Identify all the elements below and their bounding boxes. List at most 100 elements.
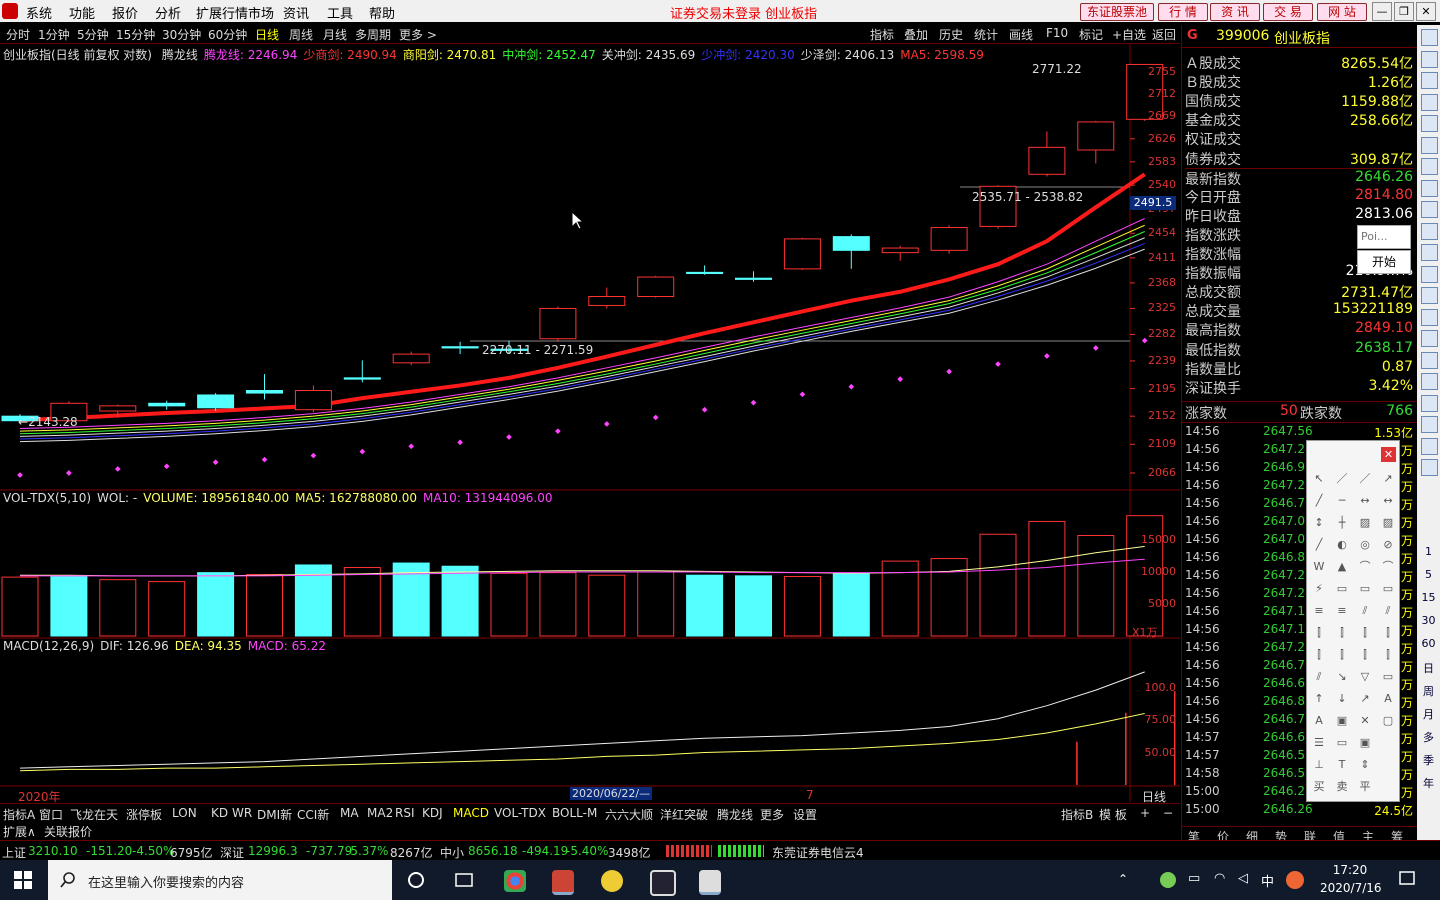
side-period-button[interactable]: 60 bbox=[1421, 637, 1436, 650]
start-button[interactable]: 开始 bbox=[1357, 250, 1411, 274]
menu-news[interactable]: 资讯 bbox=[283, 3, 309, 22]
palette-tool-icon[interactable]: 卖 bbox=[1335, 781, 1349, 793]
side-tool-icon[interactable] bbox=[1421, 158, 1438, 175]
side-tool-icon[interactable] bbox=[1421, 115, 1438, 132]
poi-input[interactable] bbox=[1359, 227, 1403, 245]
palette-tool-icon[interactable]: ─ bbox=[1335, 495, 1349, 507]
side-period-button[interactable]: 日 bbox=[1421, 660, 1436, 676]
palette-tool-icon[interactable]: ⫿ bbox=[1312, 649, 1326, 661]
palette-tool-icon[interactable]: ⫿ bbox=[1335, 649, 1349, 661]
palette-tool-icon[interactable]: ◎ bbox=[1358, 539, 1372, 551]
palette-tool-icon[interactable]: ↔ bbox=[1358, 495, 1372, 507]
menu-help[interactable]: 帮助 bbox=[369, 3, 395, 22]
palette-tool-icon[interactable]: ▭ bbox=[1335, 737, 1349, 749]
side-tool-icon[interactable] bbox=[1421, 459, 1438, 476]
trade-button[interactable]: 交 易 bbox=[1263, 3, 1313, 21]
tool-f10[interactable]: F10 bbox=[1046, 26, 1068, 40]
palette-tool-icon[interactable]: ⌒ bbox=[1358, 561, 1372, 573]
period-weekly[interactable]: 周线 bbox=[289, 26, 313, 43]
indicator-right-button[interactable]: + bbox=[1140, 806, 1150, 820]
menu-tools[interactable]: 工具 bbox=[327, 3, 353, 22]
tool-draw[interactable]: 画线 bbox=[1009, 26, 1033, 43]
palette-tool-icon[interactable]: ▨ bbox=[1358, 517, 1372, 529]
windows-start-icon[interactable] bbox=[14, 871, 32, 889]
palette-tool-icon[interactable]: ▭ bbox=[1358, 583, 1372, 595]
indicator-right-button[interactable]: − bbox=[1163, 806, 1173, 820]
palette-tool-icon[interactable]: ⫿ bbox=[1335, 627, 1349, 639]
side-period-button[interactable]: 年 bbox=[1421, 775, 1436, 791]
side-tool-icon[interactable] bbox=[1421, 29, 1438, 46]
palette-tool-icon[interactable]: ⊘ bbox=[1381, 539, 1395, 551]
palette-tool-icon[interactable]: ⫿ bbox=[1312, 627, 1326, 639]
palette-tool-icon[interactable]: ☰ bbox=[1312, 737, 1326, 749]
menu-extended-market[interactable]: 扩展行情市场 bbox=[196, 3, 274, 22]
extension-toggle[interactable]: 扩展∧ bbox=[3, 823, 36, 840]
palette-tool-icon[interactable]: ▣ bbox=[1358, 737, 1372, 749]
tool-history[interactable]: 历史 bbox=[939, 26, 963, 43]
side-tool-icon[interactable] bbox=[1421, 72, 1438, 89]
palette-tool-icon[interactable]: W bbox=[1312, 561, 1326, 573]
side-tool-icon[interactable] bbox=[1421, 394, 1438, 412]
side-tool-icon[interactable] bbox=[1421, 222, 1438, 240]
tray-app-icon[interactable] bbox=[1160, 872, 1176, 888]
palette-tool-icon[interactable]: ▣ bbox=[1335, 715, 1349, 727]
app-logo-icon[interactable] bbox=[2, 3, 18, 19]
tool-add-watchlist[interactable]: +自选 bbox=[1112, 26, 1146, 43]
side-tool-icon[interactable] bbox=[1421, 416, 1438, 433]
palette-tool-icon[interactable]: ▨ bbox=[1381, 517, 1395, 529]
tool-overlay[interactable]: 叠加 bbox=[904, 26, 928, 43]
palette-tool-icon[interactable]: ⫿ bbox=[1358, 627, 1372, 639]
palette-tool-icon[interactable]: ≡ bbox=[1312, 605, 1326, 617]
tool-statistics[interactable]: 统计 bbox=[974, 26, 998, 43]
period-60min[interactable]: 60分钟 bbox=[208, 26, 247, 43]
palette-tool-icon[interactable]: ▭ bbox=[1335, 583, 1349, 595]
side-tool-icon[interactable] bbox=[1421, 244, 1438, 261]
side-tool-icon[interactable] bbox=[1421, 93, 1438, 111]
restore-button[interactable]: ❐ bbox=[1394, 2, 1414, 21]
palette-tool-icon[interactable]: ⫿ bbox=[1358, 649, 1372, 661]
photo-app-icon[interactable] bbox=[699, 870, 721, 895]
palette-tool-icon[interactable]: ⫽ bbox=[1381, 605, 1395, 617]
palette-tool-icon[interactable]: ▲ bbox=[1335, 561, 1349, 573]
side-tool-icon[interactable] bbox=[1421, 201, 1438, 218]
palette-tool-icon[interactable]: 买 bbox=[1312, 781, 1326, 793]
palette-tool-icon[interactable]: 平 bbox=[1358, 781, 1372, 793]
palette-tool-icon[interactable]: ≡ bbox=[1335, 605, 1349, 617]
side-tool-icon[interactable] bbox=[1421, 136, 1438, 154]
indicator-tab[interactable]: KDJ bbox=[422, 806, 443, 820]
side-tool-icon[interactable] bbox=[1421, 179, 1438, 197]
news-button[interactable]: 资 讯 bbox=[1210, 3, 1260, 21]
trading-app-icon[interactable] bbox=[552, 870, 574, 895]
ime-indicator[interactable]: 中 bbox=[1261, 871, 1274, 890]
palette-tool-icon[interactable]: ↘ bbox=[1335, 671, 1349, 683]
menu-quote[interactable]: 报价 bbox=[112, 3, 138, 22]
side-period-button[interactable]: 30 bbox=[1421, 614, 1436, 627]
palette-tool-icon[interactable]: ⚡ bbox=[1312, 583, 1326, 595]
tool-mark[interactable]: 标记 bbox=[1079, 26, 1103, 43]
side-period-button[interactable]: 1 bbox=[1421, 545, 1436, 558]
stock-pool-button[interactable]: 东证股票池 bbox=[1080, 3, 1154, 21]
palette-tool-icon[interactable]: ╱ bbox=[1312, 539, 1326, 551]
notification-icon[interactable] bbox=[1398, 870, 1416, 888]
network-icon[interactable]: ◠ bbox=[1214, 871, 1225, 886]
palette-tool-icon[interactable]: ▽ bbox=[1358, 671, 1372, 683]
side-period-button[interactable]: 月 bbox=[1421, 706, 1436, 722]
palette-tool-icon[interactable]: ┼ bbox=[1335, 517, 1349, 529]
palette-tool-icon[interactable]: ▢ bbox=[1381, 715, 1395, 727]
chart-area[interactable] bbox=[0, 44, 1180, 802]
period-1min[interactable]: 1分钟 bbox=[38, 26, 70, 43]
close-button[interactable]: ✕ bbox=[1416, 2, 1436, 21]
palette-tool-icon[interactable]: ↗ bbox=[1381, 473, 1395, 485]
taskbar-search[interactable]: 在这里输入你要搜索的内容 bbox=[48, 860, 392, 900]
side-tool-icon[interactable] bbox=[1421, 265, 1438, 283]
tool-indicator[interactable]: 指标 bbox=[870, 26, 894, 43]
side-tool-icon[interactable] bbox=[1421, 437, 1438, 455]
palette-tool-icon[interactable]: ⌒ bbox=[1381, 561, 1395, 573]
palette-tool-icon[interactable] bbox=[1381, 737, 1395, 749]
minimize-button[interactable]: — bbox=[1372, 2, 1392, 21]
indicator-tab[interactable]: MA2 bbox=[367, 806, 393, 820]
indicator-tab[interactable]: KD bbox=[211, 806, 228, 820]
menu-function[interactable]: 功能 bbox=[69, 3, 95, 22]
cortana-icon[interactable] bbox=[406, 870, 426, 890]
indicator-tab[interactable]: WR bbox=[232, 806, 252, 820]
